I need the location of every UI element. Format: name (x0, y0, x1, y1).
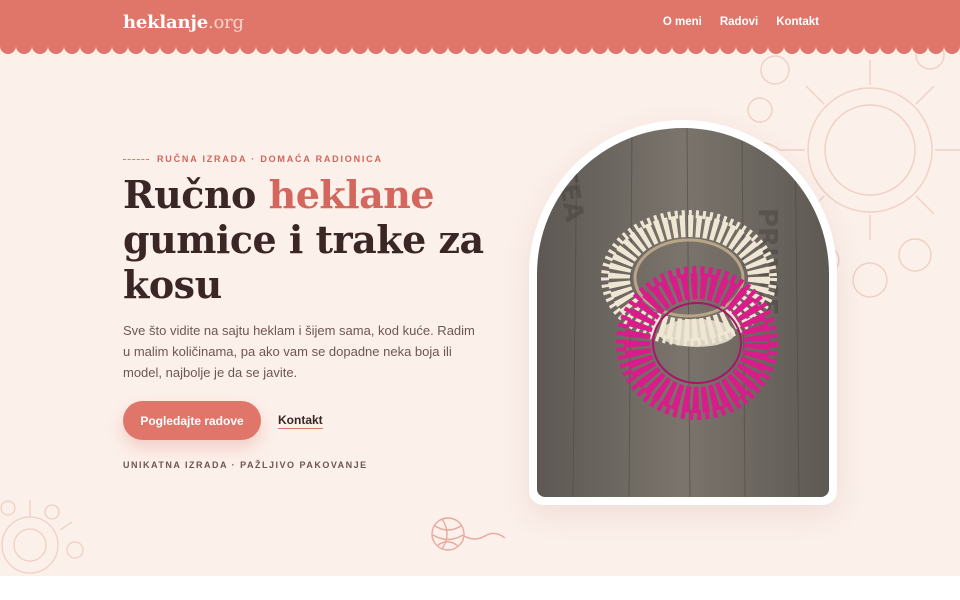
scrunchies-illustration: PRINCE TEA (537, 128, 829, 497)
product-photo-frame: PRINCE TEA (529, 120, 837, 505)
hero-headline: Ručno heklane gumice i trake za kosu (123, 172, 493, 307)
hero-eyebrow: RUČNA IZRADA · DOMAĆA RADIONICA (123, 154, 383, 164)
next-section-start (0, 576, 960, 600)
scallop-border (0, 38, 960, 55)
nav-kontakt[interactable]: Kontakt (776, 16, 819, 28)
yarn-ball-icon (431, 517, 506, 551)
headline-accent: heklane (268, 172, 435, 217)
eyebrow-text: RUČNA IZRADA · DOMAĆA RADIONICA (157, 154, 383, 164)
nav-o-meni[interactable]: O meni (663, 16, 702, 28)
headline-part2: gumice i trake za kosu (123, 217, 484, 307)
contact-link[interactable]: Kontakt (278, 413, 323, 429)
site-logo[interactable]: heklanje.org (123, 12, 244, 33)
logo-ext: .org (207, 12, 244, 33)
nav-radovi[interactable]: Radovi (720, 16, 758, 28)
logo-main: heklanje (123, 12, 208, 33)
main-nav: O meni Radovi Kontakt (663, 16, 819, 28)
hero-tagline: UNIKATNA IZRADA · PAŽLJIVO PAKOVANJE (123, 460, 368, 470)
product-photo[interactable]: PRINCE TEA (537, 128, 829, 497)
doily-decoration-left (0, 500, 84, 574)
hero-lead: Sve što vidite na sajtu heklam i šijem s… (123, 323, 475, 380)
view-works-button[interactable]: Pogledajte radove (123, 401, 261, 440)
headline-part1: Ručno (123, 172, 269, 217)
eyebrow-dash (123, 158, 149, 160)
